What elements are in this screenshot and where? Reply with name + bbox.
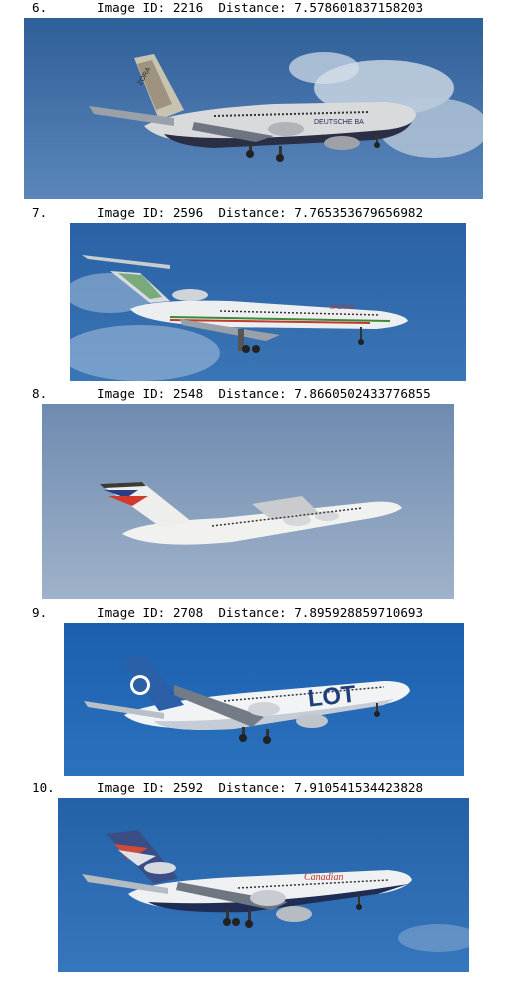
distance-label: Distance: — [218, 205, 287, 220]
image-id-label: Image ID: — [97, 386, 166, 401]
result-header: 7. Image ID: 2596 Distance: 7.7653536796… — [0, 205, 513, 221]
result-rank: 10. — [32, 780, 55, 795]
image-id-label: Image ID: — [97, 780, 166, 795]
result-header: 10. Image ID: 2592 Distance: 7.910541534… — [0, 780, 513, 796]
airliner-photo: BALKAN — [70, 223, 466, 381]
distance-value: 7.8660502433776855 — [294, 386, 431, 401]
result-header: 8. Image ID: 2548 Distance: 7.8660502433… — [0, 386, 513, 402]
airliner-image — [42, 404, 454, 599]
livery-text: BALKAN — [330, 305, 354, 311]
result-header: 6. Image ID: 2216 Distance: 7.5786018371… — [0, 0, 513, 16]
result-item: 6. Image ID: 2216 Distance: 7.5786018371… — [0, 0, 513, 200]
distance-label: Distance: — [218, 0, 287, 15]
distance-value: 7.578601837158203 — [294, 0, 424, 15]
result-meta: Image ID: 2548 Distance: 7.8660502433776… — [97, 386, 431, 402]
result-meta: Image ID: 2592 Distance: 7.9105415344238… — [97, 780, 423, 796]
result-meta: Image ID: 2596 Distance: 7.7653536796569… — [97, 205, 423, 221]
livery-text: LOT — [307, 681, 358, 713]
result-item: 9. Image ID: 2708 Distance: 7.8959288597… — [0, 605, 513, 777]
result-item: 8. Image ID: 2548 Distance: 7.8660502433… — [0, 386, 513, 600]
distance-label: Distance: — [218, 386, 287, 401]
airliner-photo: DEUTSCHE BA ZORA — [24, 18, 483, 199]
result-item: 10. Image ID: 2592 Distance: 7.910541534… — [0, 780, 513, 972]
image-id-value: 2216 — [172, 0, 204, 15]
image-id-value: 2592 — [172, 780, 204, 795]
image-id-label: Image ID: — [97, 0, 166, 15]
result-rank: 6. — [32, 0, 48, 15]
livery-text: Canadian — [304, 872, 343, 883]
result-rank: 9. — [32, 605, 48, 620]
result-rank: 7. — [32, 205, 48, 220]
airliner-image: BALKAN — [70, 223, 466, 381]
result-meta: Image ID: 2708 Distance: 7.8959288597106… — [97, 605, 423, 621]
distance-value: 7.765353679656982 — [294, 205, 424, 220]
distance-value: 7.895928859710693 — [294, 605, 424, 620]
search-results: 6. Image ID: 2216 Distance: 7.5786018371… — [0, 0, 513, 988]
image-id-label: Image ID: — [97, 205, 166, 220]
image-id-value: 2548 — [172, 386, 204, 401]
distance-value: 7.910541534423828 — [294, 780, 424, 795]
airliner-image: DEUTSCHE BA ZORA — [24, 18, 483, 199]
airliner-photo: LOT — [64, 623, 464, 776]
airliner-image: Canadian — [58, 798, 469, 972]
image-id-value: 2596 — [172, 205, 204, 220]
result-header: 9. Image ID: 2708 Distance: 7.8959288597… — [0, 605, 513, 621]
result-rank: 8. — [32, 386, 48, 401]
distance-label: Distance: — [218, 605, 287, 620]
distance-label: Distance: — [218, 780, 287, 795]
result-meta: Image ID: 2216 Distance: 7.5786018371582… — [97, 0, 423, 16]
airliner-photo: Canadian — [58, 798, 469, 972]
livery-text: DEUTSCHE BA — [314, 119, 364, 126]
image-id-label: Image ID: — [97, 605, 166, 620]
airliner-photo — [42, 404, 454, 599]
result-item: 7. Image ID: 2596 Distance: 7.7653536796… — [0, 205, 513, 381]
airliner-image: LOT — [64, 623, 464, 776]
image-id-value: 2708 — [172, 605, 204, 620]
